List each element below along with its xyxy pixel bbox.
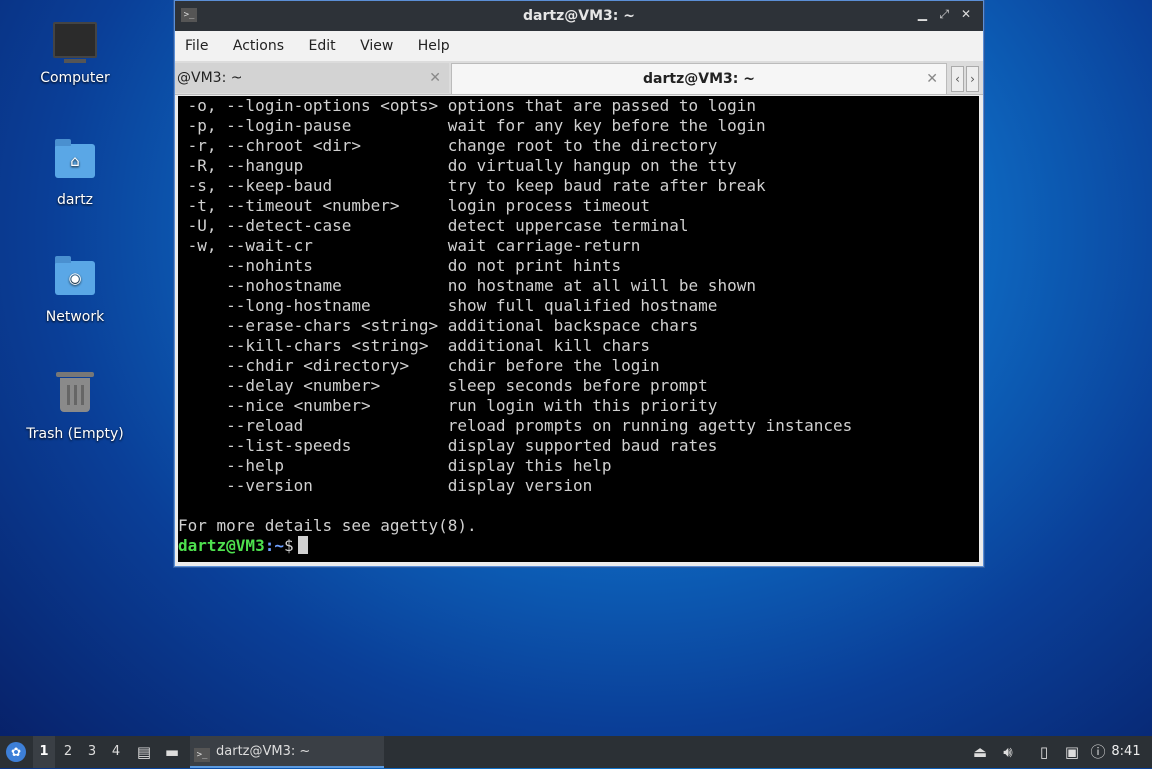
tab-scroll-right-button[interactable]: › [966, 66, 979, 92]
close-button[interactable]: ✕ [957, 7, 975, 21]
tab-scroll-left-button[interactable]: ‹ [951, 66, 964, 92]
terminal-line: --nohints do not print hints [178, 256, 622, 275]
minimize-button[interactable]: ▁ [913, 7, 931, 21]
menu-view[interactable]: View [350, 31, 403, 54]
prompt-path: ~ [274, 536, 284, 555]
home-folder-icon: ⌂ [53, 139, 97, 188]
workspace-3[interactable]: 3 [81, 736, 103, 768]
menu-actions[interactable]: Actions [223, 31, 294, 54]
terminal-output[interactable]: -o, --login-options <opts> options that … [178, 96, 979, 562]
terminal-window: >_ dartz@VM3: ~ ▁ ⤢ ✕ File Actions Edit … [174, 0, 984, 567]
prompt-separator: : [264, 536, 275, 555]
workspace-1[interactable]: 1 [33, 736, 55, 768]
menu-help[interactable]: Help [408, 31, 460, 54]
terminal-line: --nice <number> run login with this prio… [178, 396, 718, 415]
tab-close-icon[interactable]: ✕ [926, 64, 938, 94]
show-desktop-icon[interactable]: ▬ [161, 736, 183, 768]
desktop-icon-label: Computer [40, 70, 110, 86]
terminal-line: -w, --wait-cr wait carriage-return [178, 236, 641, 255]
workspace-2[interactable]: 2 [57, 736, 79, 768]
clipboard-icon[interactable]: ▯ [1033, 736, 1055, 768]
prompt-symbol: $ [283, 536, 294, 555]
terminal-line: --reload reload prompts on running agett… [178, 416, 853, 435]
task-label: dartz@VM3: ~ [216, 744, 311, 759]
start-menu-button[interactable]: ✿ [4, 736, 28, 768]
app-menu-icon: ✿ [6, 742, 26, 762]
eject-icon[interactable]: ⏏ [969, 736, 991, 768]
file-manager-icon[interactable]: ▤ [133, 736, 155, 768]
terminal-line: -R, --hangup do virtually hangup on the … [178, 156, 737, 175]
workspace-4[interactable]: 4 [105, 736, 127, 768]
window-title: dartz@VM3: ~ [523, 8, 635, 24]
prompt-user: dartz@VM3 [178, 536, 265, 555]
menu-bar: File Actions Edit View Help [175, 31, 983, 61]
menu-file[interactable]: File [175, 31, 218, 54]
text-cursor [297, 536, 308, 554]
desktop-icon-computer[interactable]: Computer [10, 22, 140, 86]
terminal-line: -t, --timeout <number> login process tim… [178, 196, 651, 215]
maximize-button[interactable]: ⤢ [935, 7, 953, 22]
terminal-line: -U, --detect-case detect uppercase termi… [178, 216, 689, 235]
tab-2-active[interactable]: dartz@VM3: ~ ✕ [451, 63, 947, 94]
desktop-icon-label: Trash (Empty) [26, 426, 124, 442]
terminal-line: -o, --login-options <opts> options that … [178, 96, 756, 115]
terminal-line: --version display version [178, 476, 593, 495]
network-folder-icon: ◉ [53, 256, 97, 305]
menu-edit[interactable]: Edit [298, 31, 345, 54]
computer-icon [53, 22, 97, 66]
tab-label: dartz@VM3: ~ [643, 71, 755, 87]
terminal-line: -p, --login-pause wait for any key befor… [178, 116, 766, 135]
terminal-prompt-line[interactable]: dartz@VM3:~$ [178, 536, 979, 556]
desktop-icon-trash[interactable]: Trash (Empty) [10, 372, 140, 442]
notification-icon[interactable]: ⓘ [1087, 736, 1109, 768]
clock[interactable]: 8:41 [1108, 736, 1144, 768]
tab-bar: @VM3: ~ ✕ dartz@VM3: ~ ✕ ‹ › [175, 61, 983, 95]
network-icon[interactable]: ▣ [1061, 736, 1083, 768]
window-controls: ▁ ⤢ ✕ [913, 7, 975, 22]
desktop-icon-label: dartz [56, 192, 94, 208]
terminal-line: --long-hostname show full qualified host… [178, 296, 718, 315]
terminal-line: --help display this help [178, 456, 612, 475]
terminal-line: --kill-chars <string> additional kill ch… [178, 336, 651, 355]
terminal-line: --chdir <directory> chdir before the log… [178, 356, 660, 375]
terminal-line: For more details see agetty(8). [178, 516, 477, 535]
tab-label: @VM3: ~ [177, 70, 243, 86]
window-titlebar[interactable]: >_ dartz@VM3: ~ ▁ ⤢ ✕ [175, 1, 983, 31]
volume-icon[interactable]: 🔊︎ [997, 736, 1019, 768]
terminal-line: --erase-chars <string> additional backsp… [178, 316, 699, 335]
terminal-line: -r, --chroot <dir> change root to the di… [178, 136, 718, 155]
terminal-line: --delay <number> sleep seconds before pr… [178, 376, 708, 395]
desktop-icon-home[interactable]: ⌂ dartz [10, 138, 140, 208]
desktop-icon-network[interactable]: ◉ Network [10, 255, 140, 325]
terminal-app-icon: >_ [194, 748, 210, 762]
desktop-icon-label: Network [45, 309, 105, 325]
tab-1[interactable]: @VM3: ~ ✕ [175, 63, 449, 93]
tab-close-icon[interactable]: ✕ [429, 63, 441, 93]
trash-icon [53, 372, 97, 422]
terminal-line: --nohostname no hostname at all will be … [178, 276, 756, 295]
taskbar: ✿ 1 2 3 4 ▤ ▬ >_ dartz@VM3: ~ ⏏ 🔊︎ ▯ ▣ ⓘ … [0, 736, 1152, 768]
terminal-line: --list-speeds display supported baud rat… [178, 436, 718, 455]
terminal-line: -s, --keep-baud try to keep baud rate af… [178, 176, 766, 195]
taskbar-task-terminal[interactable]: >_ dartz@VM3: ~ [190, 736, 384, 768]
